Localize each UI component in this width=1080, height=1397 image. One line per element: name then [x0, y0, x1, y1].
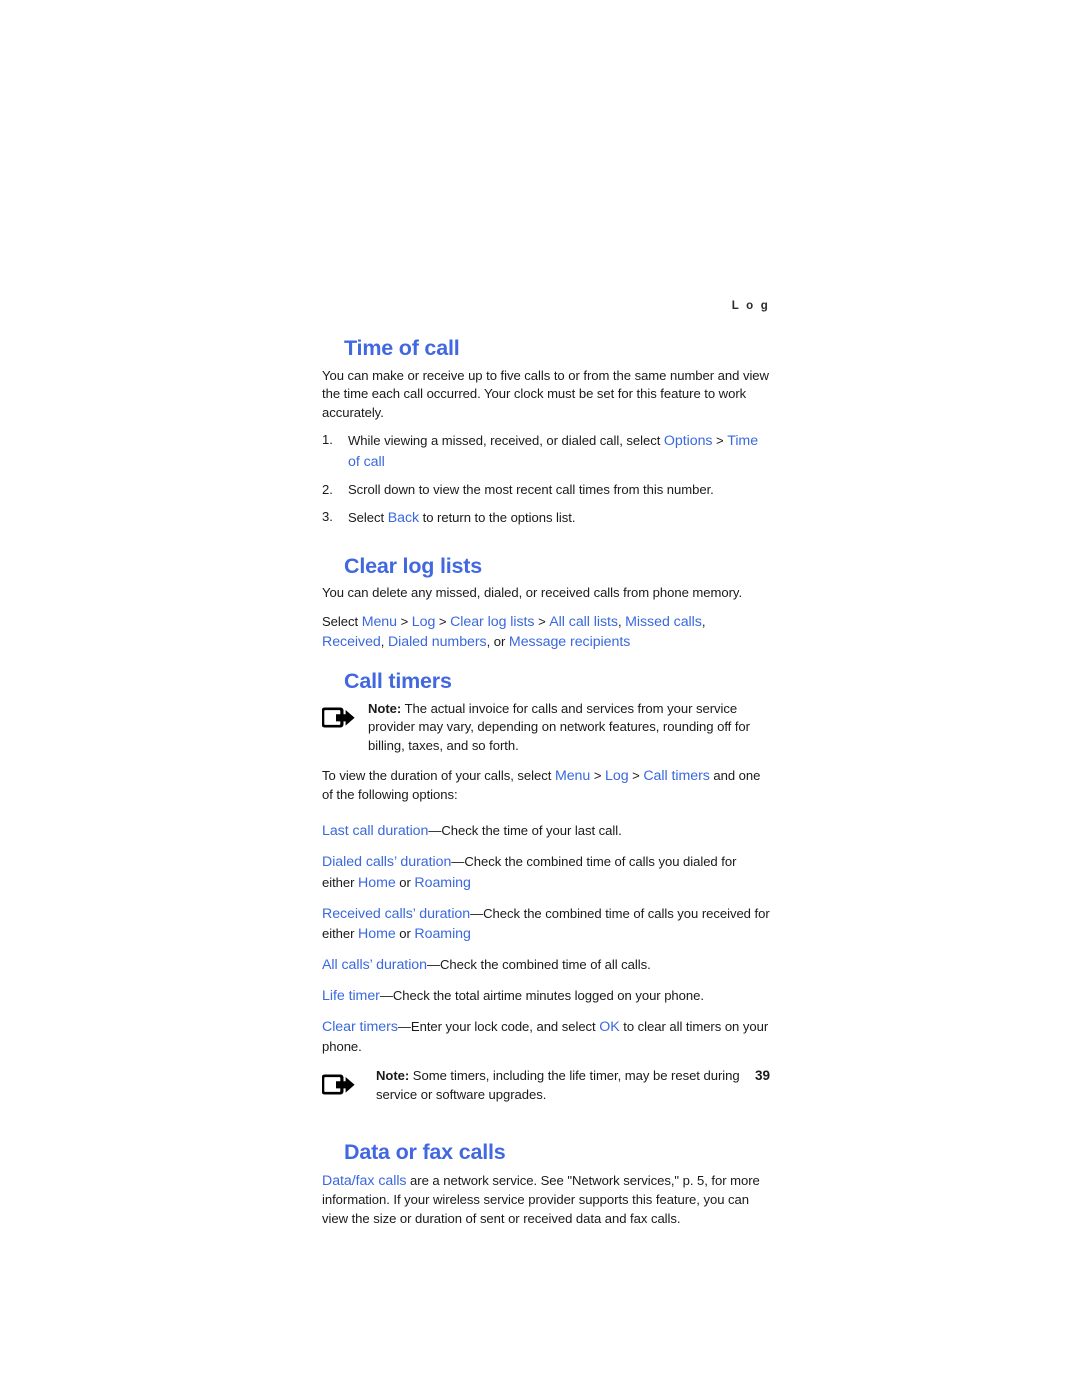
conjunction: , or [486, 633, 509, 649]
option-description: Enter your lock code, and select [410, 1019, 600, 1035]
ui-term-log[interactable]: Log [412, 614, 436, 630]
step-text: While viewing a missed, received, or dia… [348, 433, 664, 449]
option-dash: — [451, 854, 465, 870]
ui-term-menu[interactable]: Menu [362, 614, 397, 630]
ui-term-menu[interactable]: Menu [555, 768, 590, 784]
option-dash: — [379, 988, 393, 1004]
option-dash: — [397, 1019, 411, 1035]
paragraph-time-of-call-intro: You can make or receive up to five calls… [322, 367, 769, 420]
option-received-calls-duration: Received calls’ duration—Check the combi… [322, 904, 770, 944]
note-arrow-icon [321, 700, 356, 737]
paragraph-clear-log-lists-path: Select Menu > Log > Clear log lists > Al… [322, 612, 770, 652]
ui-term-roaming[interactable]: Roaming [414, 875, 470, 891]
ui-term-all-call-lists[interactable]: All call lists [549, 614, 618, 630]
list-item: 1. While viewing a missed, received, or d… [322, 431, 770, 471]
ui-term-ok[interactable]: OK [599, 1019, 619, 1035]
path-separator: > [534, 613, 550, 629]
option-description: Check the time of your last call. [441, 823, 622, 839]
path-separator: > [590, 767, 606, 783]
option-term[interactable]: Last call duration [322, 823, 428, 839]
steps-time-of-call: 1. While viewing a missed, received, or d… [322, 431, 770, 528]
heading-clear-log-lists: Clear log lists [344, 553, 482, 578]
option-term[interactable]: Life timer [322, 988, 380, 1004]
step-text: Select [348, 510, 388, 526]
heading-data-or-fax-calls: Data or fax calls [344, 1140, 506, 1165]
list-item: 3. Select Back to return to the options l… [322, 508, 770, 528]
ui-term-home[interactable]: Home [358, 875, 396, 891]
step-text-tail: to return to the options list. [419, 510, 576, 526]
option-all-calls-duration: All calls’ duration—Check the combined t… [322, 955, 770, 975]
path-separator: > [396, 613, 412, 629]
option-description: Check the combined time of all calls. [440, 957, 651, 973]
document-page: L o g Time of call You can make or recei… [0, 0, 1080, 1397]
list-item: 2. Scroll down to view the most recent ca… [322, 481, 770, 500]
option-term[interactable]: Dialed calls’ duration [322, 854, 451, 870]
page-content: L o g Time of call You can make or recei… [321, 300, 770, 1228]
ui-term-data-fax-calls[interactable]: Data/fax calls [322, 1173, 407, 1189]
option-conjunction: or [395, 925, 415, 941]
ui-term-home[interactable]: Home [358, 926, 396, 942]
paragraph-call-timers-intro: To view the duration of your calls, sele… [322, 766, 770, 805]
option-description: Check the total airtime minutes logged o… [392, 988, 704, 1004]
ui-term-call-timers[interactable]: Call timers [643, 768, 710, 784]
select-lead: Select [322, 613, 362, 629]
paragraph-clear-log-lists-intro: You can delete any missed, dialed, or re… [322, 585, 743, 601]
ui-term-dialed-numbers[interactable]: Dialed numbers [388, 634, 487, 650]
option-dialed-calls-duration: Dialed calls’ duration—Check the combine… [322, 852, 770, 892]
option-term[interactable]: Received calls’ duration [322, 906, 470, 922]
intro-lead: To view the duration of your calls, sele… [322, 767, 555, 783]
heading-time-of-call: Time of call [344, 336, 460, 360]
note-label: Note: [368, 700, 402, 716]
step-number: 3. [322, 509, 333, 525]
note-text: Note: The actual invoice for calls and s… [368, 700, 770, 756]
path-separator: > [435, 613, 451, 629]
ui-term-received[interactable]: Received [322, 634, 381, 650]
page-number: 39 [754, 1068, 770, 1083]
option-term[interactable]: Clear timers [322, 1019, 398, 1035]
option-dash: — [470, 905, 484, 921]
paragraph-data-or-fax-calls: Data/fax calls are a network service. Se… [322, 1171, 770, 1228]
running-head: L o g [731, 300, 770, 312]
step-number: 2. [322, 481, 333, 497]
comma: , [380, 633, 388, 649]
ui-term-clear-log-lists[interactable]: Clear log lists [450, 614, 534, 630]
option-conjunction: or [395, 874, 415, 890]
note-body: The actual invoice for calls and service… [368, 700, 750, 753]
heading-call-timers: Call timers [344, 669, 452, 694]
ui-term-back[interactable]: Back [388, 510, 419, 526]
option-dash: — [426, 957, 441, 973]
option-life-timer: Life timer—Check the total airtime minut… [322, 986, 770, 1006]
path-separator: > [712, 433, 728, 449]
ui-term-log[interactable]: Log [605, 768, 629, 784]
ui-term-message-recipients[interactable]: Message recipients [509, 634, 630, 650]
option-dash: — [428, 823, 442, 839]
comma: , [701, 613, 706, 629]
option-term[interactable]: All calls’ duration [322, 957, 427, 973]
path-separator: > [628, 767, 644, 783]
option-last-call-duration: Last call duration—Check the time of you… [322, 821, 770, 841]
step-text: Scroll down to view the most recent call… [348, 481, 714, 497]
ui-term-roaming[interactable]: Roaming [414, 926, 470, 942]
ui-term-options[interactable]: Options [664, 433, 713, 449]
note-block-invoice: Note: The actual invoice for calls and s… [321, 700, 770, 756]
option-clear-timers: Clear timers—Enter your lock code, and s… [322, 1017, 770, 1056]
step-number: 1. [322, 432, 333, 448]
ui-term-missed-calls[interactable]: Missed calls [625, 614, 702, 630]
